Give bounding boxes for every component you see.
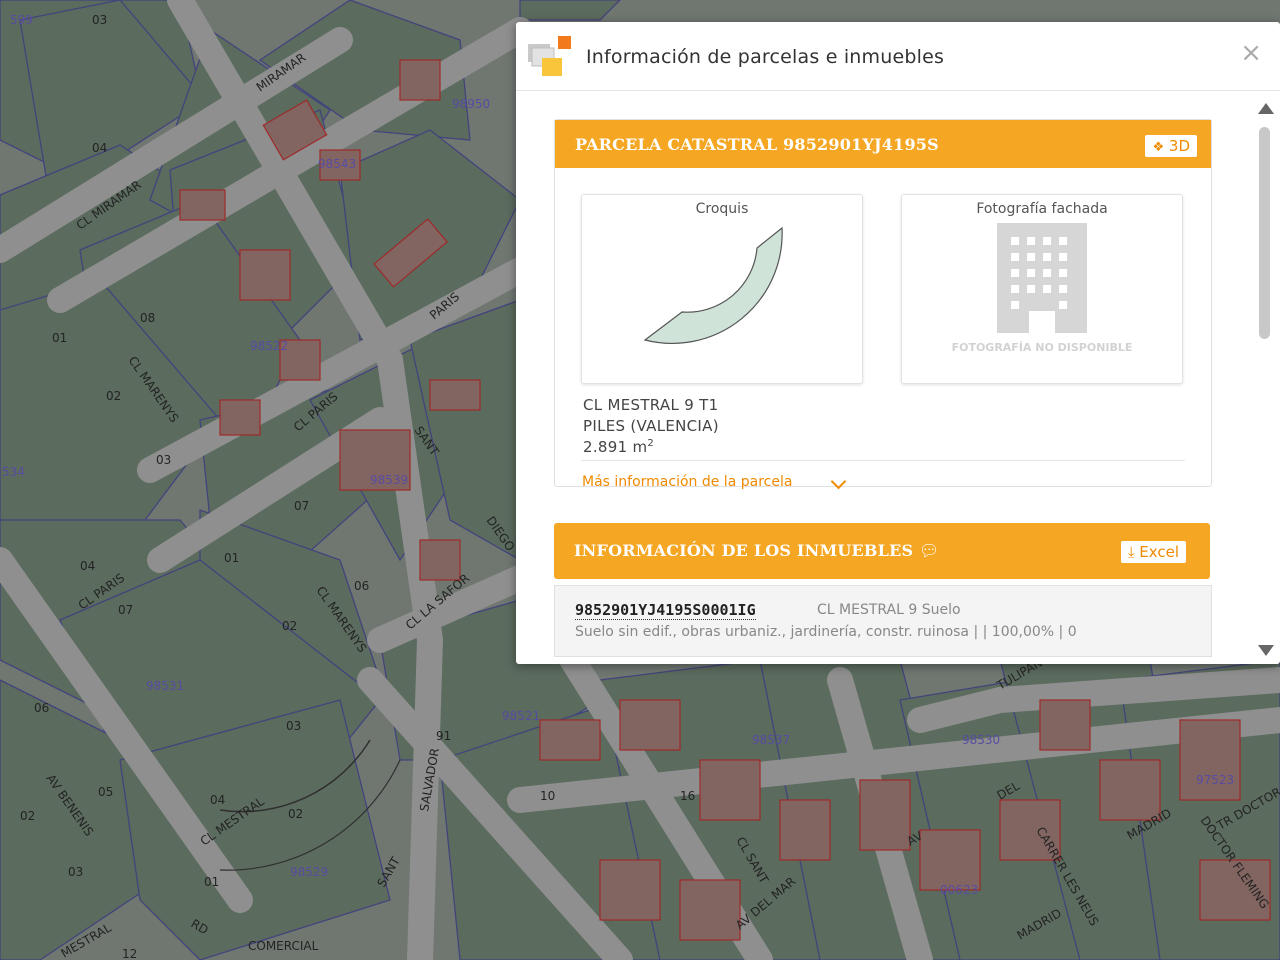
cubes-icon: ❖ — [1152, 140, 1165, 155]
info-bubble-icon: 💬︎ — [919, 541, 940, 560]
export-excel-label: Excel — [1139, 543, 1179, 561]
parcel-address-line2: PILES (VALENCIA) — [583, 417, 719, 435]
sketch-card[interactable]: Croquis — [581, 194, 863, 384]
property-location: CL MESTRAL 9 Suelo — [817, 602, 961, 618]
catastro-logo-icon — [528, 36, 571, 76]
properties-header-title: INFORMACIÓN DE LOS INMUEBLES 💬︎ — [574, 541, 940, 560]
property-reference-link[interactable]: 9852901YJ4195S0001IG — [575, 601, 756, 620]
parcel-area-unit: 2 — [647, 438, 655, 449]
facade-photo-card[interactable]: Fotografía fachada FOTOGRAFÍA NO DISPONI… — [901, 194, 1183, 384]
dialog-body[interactable]: PARCELA CATASTRAL 9852901YJ4195S ❖ 3D Cr… — [516, 91, 1250, 664]
property-description: Suelo sin edif., obras urbaniz., jardine… — [575, 624, 1077, 640]
scrollbar-thumb[interactable] — [1259, 127, 1270, 339]
parcel-area-value: 2.891 m — [583, 438, 648, 456]
close-icon[interactable]: × — [1240, 40, 1262, 66]
export-excel-button[interactable]: ⤓ Excel — [1120, 541, 1186, 563]
property-row[interactable]: 9852901YJ4195S0001IG CL MESTRAL 9 Suelo … — [554, 585, 1212, 657]
parcel-panel-header: PARCELA CATASTRAL 9852901YJ4195S ❖ 3D — [555, 120, 1211, 168]
view-3d-label: 3D — [1168, 137, 1190, 155]
parcel-panel: PARCELA CATASTRAL 9852901YJ4195S ❖ 3D Cr… — [554, 119, 1212, 490]
download-icon: ⤓ — [1127, 543, 1135, 561]
dialog-header: Información de parcelas e inmuebles × — [516, 22, 1280, 91]
view-3d-button[interactable]: ❖ 3D — [1145, 135, 1197, 157]
parcel-header-title: PARCELA CATASTRAL 9852901YJ4195S — [575, 135, 939, 154]
chevron-down-icon[interactable] — [830, 473, 847, 490]
scroll-down-arrow-icon[interactable] — [1258, 645, 1274, 656]
building-icon — [997, 223, 1087, 333]
parcel-area: 2.891 m2 — [583, 438, 654, 456]
properties-panel: INFORMACIÓN DE LOS INMUEBLES 💬︎ ⤓ Excel — [554, 523, 1210, 579]
dialog-title: Información de parcelas e inmuebles — [586, 46, 945, 68]
divider — [581, 460, 1185, 461]
more-parcel-info-link[interactable]: Más información de la parcela — [582, 474, 792, 490]
properties-header-text: INFORMACIÓN DE LOS INMUEBLES — [574, 541, 914, 560]
scroll-up-arrow-icon[interactable] — [1258, 103, 1274, 114]
photo-unavailable-text: FOTOGRAFÍA NO DISPONIBLE — [951, 341, 1133, 354]
properties-panel-header: INFORMACIÓN DE LOS INMUEBLES 💬︎ ⤓ Excel — [554, 523, 1210, 579]
parcel-address-line1: CL MESTRAL 9 T1 — [583, 396, 719, 414]
dialog-scrollbar[interactable] — [1250, 91, 1280, 664]
parcel-sketch — [643, 226, 783, 344]
parcel-info-dialog: Información de parcelas e inmuebles × PA… — [516, 22, 1280, 664]
